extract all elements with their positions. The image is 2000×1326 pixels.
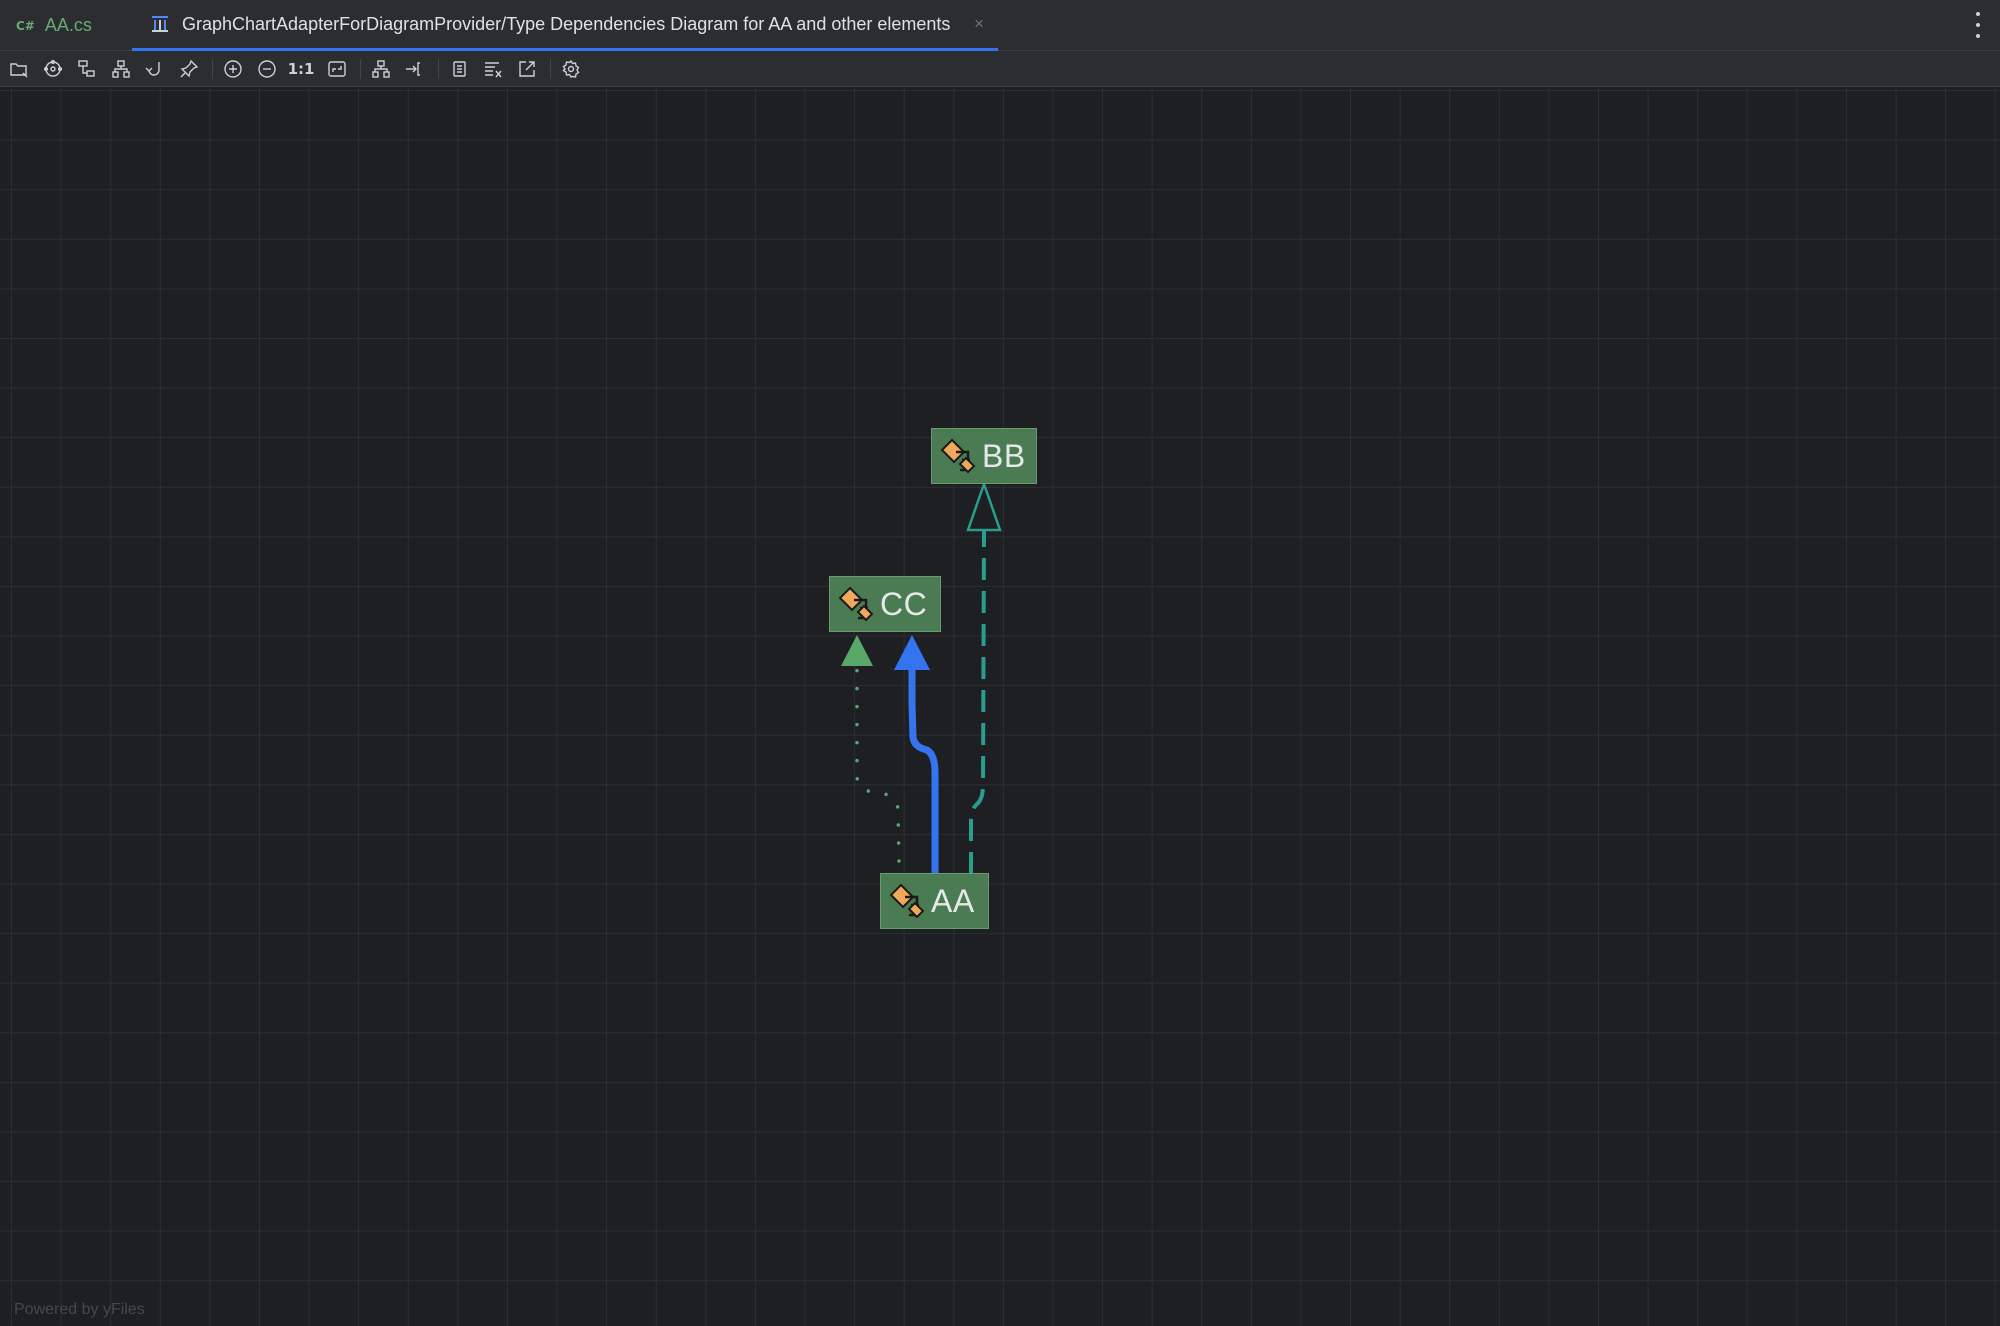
tab-aa-cs[interactable]: C# AA.cs [0, 0, 132, 51]
node-cc[interactable]: CC [829, 576, 941, 632]
apply-layout-icon[interactable] [368, 56, 394, 82]
diagram-edges [841, 480, 1002, 874]
diagram-icon [152, 16, 168, 32]
class-icon [940, 438, 976, 474]
tab-diagram[interactable]: GraphChartAdapterForDiagramProvider/Type… [132, 0, 998, 51]
actual-size-label: 1:1 [287, 60, 315, 78]
editor-tab-bar: C# AA.cs GraphChartAdapterForDiagramProv… [0, 0, 2000, 51]
copy-icon[interactable] [446, 56, 472, 82]
class-icon [838, 586, 874, 622]
zoom-out-icon[interactable] [254, 56, 280, 82]
filter-icon[interactable] [480, 56, 506, 82]
edge-aa-cc-solid[interactable] [908, 669, 939, 874]
fit-content-icon[interactable] [324, 56, 350, 82]
csharp-file-icon: C# [16, 18, 35, 33]
toolbar-separator [212, 59, 213, 79]
toolbar-separator [550, 59, 551, 79]
zoom-in-icon[interactable] [220, 56, 246, 82]
layout-tree-icon[interactable] [74, 56, 100, 82]
node-label: BB [982, 437, 1026, 474]
layout-hierarchy-icon[interactable] [108, 56, 134, 82]
tab-label: GraphChartAdapterForDiagramProvider/Type… [182, 13, 951, 34]
toolbar-separator [360, 59, 361, 79]
class-icon [889, 883, 925, 919]
toolbar-separator [438, 59, 439, 79]
open-in-window-icon[interactable] [514, 56, 540, 82]
route-edges-icon[interactable] [142, 56, 168, 82]
export-icon[interactable] [402, 56, 428, 82]
diagram-canvas[interactable]: BB CC AA Powered by yFiles [0, 87, 2000, 1326]
layout-circular-icon[interactable] [40, 56, 66, 82]
node-label: CC [880, 585, 928, 622]
actual-size-button[interactable]: 1:1 [287, 56, 315, 82]
open-icon[interactable] [6, 56, 32, 82]
edge-aa-cc-dotted[interactable] [855, 665, 901, 863]
settings-icon[interactable] [558, 56, 584, 82]
node-label: AA [931, 882, 975, 919]
node-aa[interactable]: AA [880, 873, 989, 929]
close-tab-icon[interactable]: × [974, 14, 984, 34]
node-bb[interactable]: BB [931, 428, 1037, 484]
powered-by-watermark: Powered by yFiles [14, 1301, 145, 1318]
diagram-toolbar: 1:1 [0, 51, 2000, 87]
pin-icon[interactable] [176, 56, 202, 82]
edge-aa-cc-solid-arrowhead [894, 635, 930, 670]
edge-aa-bb-inherit-arrowhead [966, 480, 1002, 532]
edge-aa-cc-dotted-arrowhead [841, 635, 873, 666]
tab-label: AA.cs [44, 15, 92, 35]
more-options-icon[interactable] [1974, 12, 1982, 38]
edge-aa-bb-dashed[interactable] [969, 529, 986, 874]
